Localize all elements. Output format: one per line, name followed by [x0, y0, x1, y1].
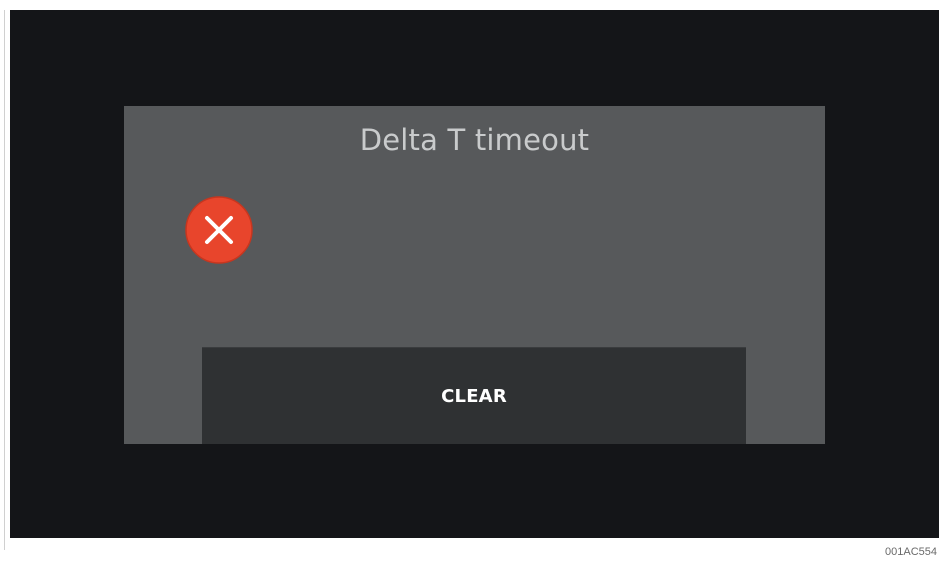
error-dialog: Delta T timeout CLEAR: [124, 106, 825, 444]
clear-button[interactable]: CLEAR: [202, 347, 746, 444]
figure-reference-code: 001AC554: [885, 546, 937, 558]
dialog-title: Delta T timeout: [359, 123, 590, 157]
clear-button-label: CLEAR: [441, 385, 507, 407]
error-x-icon: [184, 195, 254, 265]
device-screen: Delta T timeout CLEAR: [10, 10, 939, 538]
page-margin-rule: [4, 10, 5, 550]
